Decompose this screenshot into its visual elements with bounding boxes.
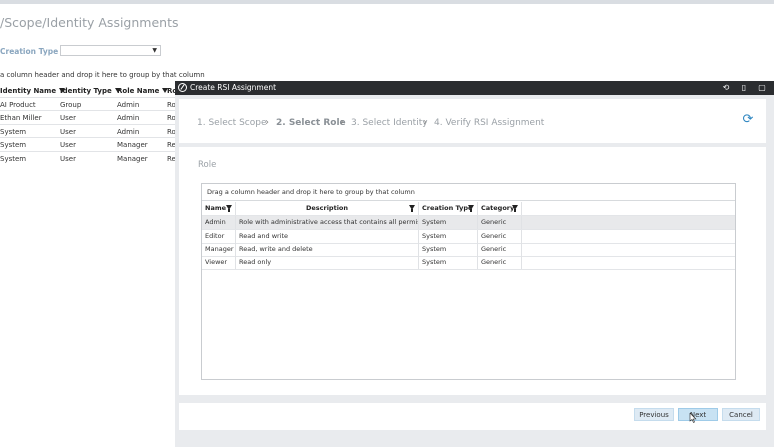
column-header-role-name[interactable]: Role Name	[117, 87, 169, 95]
table-row[interactable]: Editor Read and write System Generic	[202, 230, 735, 243]
cancel-button[interactable]: Cancel	[722, 408, 760, 421]
column-header-name[interactable]: Name	[202, 202, 236, 215]
top-strip	[0, 0, 774, 4]
divider	[0, 97, 176, 98]
table-row[interactable]: Manager Read, write and delete System Ge…	[202, 243, 735, 256]
column-header-category[interactable]: Category	[478, 202, 522, 215]
filter-icon[interactable]	[468, 205, 474, 212]
wizard-steps: 1. Select Scope › 2. Select Role › 3. Se…	[179, 99, 766, 143]
refresh-icon[interactable]: ⟳	[741, 113, 755, 127]
chevron-right-icon: ›	[265, 117, 269, 128]
step-select-scope[interactable]: 1. Select Scope	[197, 118, 267, 128]
divider	[0, 110, 176, 111]
page-title: /Scope/Identity Assignments	[0, 15, 179, 30]
divider	[202, 200, 735, 201]
step-verify-assignment[interactable]: 4. Verify RSI Assignment	[434, 118, 544, 128]
divider	[0, 151, 176, 152]
divider	[0, 124, 176, 125]
table-row[interactable]: System User Manager Re	[0, 138, 176, 152]
chevron-down-icon: ▼	[152, 47, 157, 54]
column-header-description[interactable]: Description	[236, 202, 419, 215]
next-button[interactable]: Next	[678, 408, 718, 421]
modal-title: Create RSI Assignment	[190, 83, 277, 92]
restore-icon[interactable]: ⟲	[721, 83, 731, 93]
divider	[0, 137, 176, 138]
create-rsi-modal: Create RSI Assignment ⟲ ▯ ▢ 1. Select Sc…	[175, 81, 774, 447]
role-grid: Drag a column header and drop it here to…	[201, 183, 736, 380]
step-select-role[interactable]: 2. Select Role	[276, 118, 346, 128]
creation-type-select[interactable]: ▼	[60, 45, 161, 56]
group-by-hint: Drag a column header and drop it here to…	[207, 188, 415, 196]
creation-type-label: Creation Type	[0, 47, 59, 56]
column-header-creation-type[interactable]: Creation Type	[419, 202, 478, 215]
filter-icon[interactable]	[226, 205, 232, 212]
chevron-right-icon: ›	[423, 117, 427, 128]
filter-icon[interactable]	[512, 205, 518, 212]
column-header-identity-type[interactable]: Identity Type	[60, 87, 121, 95]
divider	[202, 269, 735, 270]
chevron-right-icon: ›	[340, 117, 344, 128]
modal-footer: Previous Next Cancel	[179, 403, 766, 430]
table-row[interactable]: AI Product Group Admin Ro	[0, 98, 176, 112]
role-panel: Role Drag a column header and drop it he…	[179, 147, 766, 395]
modal-titlebar[interactable]: Create RSI Assignment ⟲ ▯ ▢	[175, 81, 774, 95]
filter-icon[interactable]	[409, 205, 415, 212]
table-row[interactable]: Viewer Read only System Generic	[202, 256, 735, 269]
table-row[interactable]: System User Admin Ro	[0, 125, 176, 139]
table-header: Name Description Creation Type Category	[202, 202, 735, 215]
table-header: Identity Name Identity Type Role Name Ro	[0, 84, 177, 98]
maximize-icon[interactable]: ▢	[757, 83, 767, 93]
mouse-cursor-icon	[689, 413, 697, 423]
previous-button[interactable]: Previous	[634, 408, 674, 421]
table-row[interactable]: Ethan Miller User Admin Ro	[0, 111, 176, 125]
assignments-grid: Identity Name Identity Type Role Name Ro…	[0, 84, 177, 166]
section-title: Role	[198, 160, 217, 170]
table-row[interactable]: Admin Role with administrative access th…	[202, 216, 735, 229]
column-header-identity-name[interactable]: Identity Name	[0, 87, 66, 95]
group-by-hint: a column header and drop it here to grou…	[0, 71, 205, 79]
clipboard-icon[interactable]: ▯	[739, 83, 749, 93]
app-logo-icon	[178, 83, 187, 92]
table-row[interactable]: System User Manager Re	[0, 152, 176, 166]
step-select-identity[interactable]: 3. Select Identity	[351, 118, 428, 128]
